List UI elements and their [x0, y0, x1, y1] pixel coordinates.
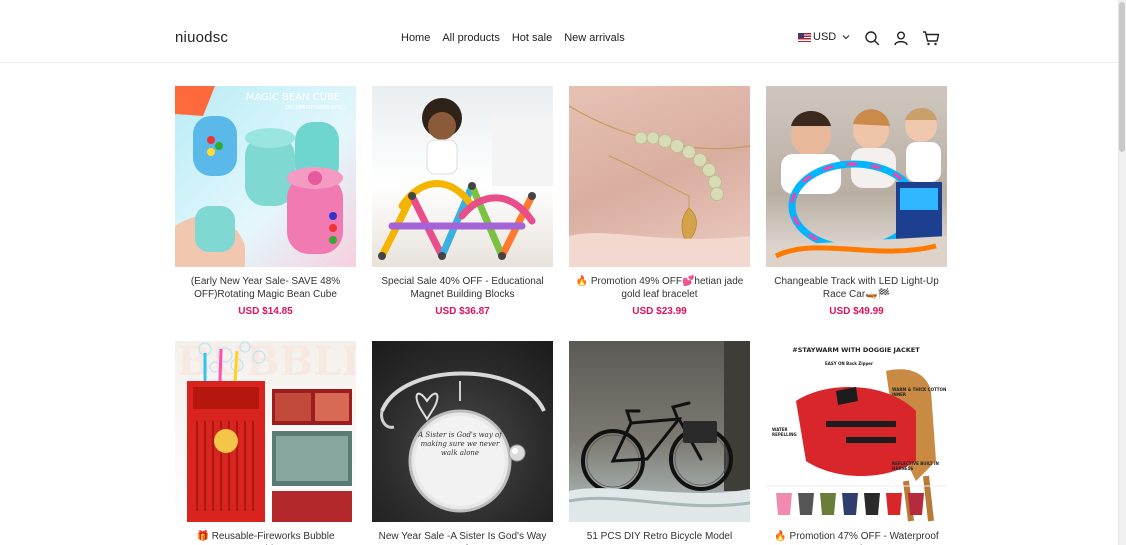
scrollbar-thumb[interactable] — [1119, 2, 1125, 152]
image-label: WATER REPELLING — [772, 427, 797, 437]
product-image[interactable] — [372, 86, 553, 267]
product-card[interactable]: #STAYWARM WITH DOGGIE JACKET EASY ON Bac… — [766, 341, 947, 545]
product-price: USD $49.99 — [829, 306, 884, 317]
product-title[interactable]: 🔥 Promotion 49% OFF💕hetian jade gold lea… — [569, 275, 750, 301]
page-scrollbar[interactable] — [1118, 0, 1126, 545]
product-image[interactable]: #STAYWARM WITH DOGGIE JACKET EASY ON Bac… — [766, 341, 947, 522]
product-title[interactable]: Special Sale 40% OFF - Educational Magne… — [372, 275, 553, 301]
product-card[interactable]: Special Sale 40% OFF - Educational Magne… — [372, 86, 553, 321]
engraving-text: A Sister is God's way of making sure we … — [418, 431, 502, 457]
currency-label: USD — [813, 31, 837, 43]
product-price: USD $14.85 — [238, 306, 293, 317]
product-image[interactable]: MAGIC BEAN CUBE DECOMPRESSION GYRO — [175, 86, 356, 267]
product-price: USD $23.99 — [632, 306, 687, 317]
product-grid: MAGIC BEAN CUBE DECOMPRESSION GYRO (Earl… — [175, 86, 947, 545]
product-card[interactable]: A Sister is God's way of making sure we … — [372, 341, 553, 545]
product-title[interactable]: 51 PCS DIY Retro Bicycle Model Ornam — [569, 530, 750, 545]
image-caption: MAGIC BEAN CUBE — [246, 92, 340, 103]
nav-home[interactable]: Home — [401, 32, 430, 44]
product-card[interactable]: Changeable Track with LED Light-Up Race … — [766, 86, 947, 321]
product-card[interactable]: MAGIC BEAN CUBE DECOMPRESSION GYRO (Earl… — [175, 86, 356, 321]
product-image[interactable] — [766, 86, 947, 267]
product-price: USD $36.87 — [435, 306, 490, 317]
product-card[interactable]: BUBBLE 🎁 Reusable-Fireworks Bubble — [175, 341, 356, 545]
image-label: REFLECTIVE BUILT IN HARNESS — [892, 461, 939, 471]
site-header: niuodsc Home All products Hot sale New a… — [0, 0, 1118, 63]
image-caption: #STAYWARM WITH DOGGIE JACKET — [792, 346, 920, 354]
currency-selector[interactable]: USD — [798, 31, 851, 43]
product-image[interactable]: BUBBLE — [175, 341, 356, 522]
image-subcaption: DECOMPRESSION GYRO — [285, 105, 345, 111]
search-icon[interactable] — [864, 30, 880, 46]
product-title[interactable]: 🔥 Promotion 47% OFF - Waterproof Wi — [766, 530, 947, 545]
nav-hot-sale[interactable]: Hot sale — [512, 32, 552, 44]
chevron-down-icon — [842, 35, 850, 40]
product-image[interactable] — [569, 341, 750, 522]
product-card[interactable]: 🔥 Promotion 49% OFF💕hetian jade gold lea… — [569, 86, 750, 321]
nav-new-arrivals[interactable]: New arrivals — [564, 32, 625, 44]
store-logo[interactable]: niuodsc — [175, 29, 228, 46]
nav-all-products[interactable]: All products — [442, 32, 499, 44]
product-title[interactable]: (Early New Year Sale- SAVE 48% OFF)Rotat… — [175, 275, 356, 301]
product-title[interactable]: Changeable Track with LED Light-Up Race … — [766, 275, 947, 301]
product-image[interactable]: A Sister is God's way of making sure we … — [372, 341, 553, 522]
product-title[interactable]: New Year Sale -A Sister Is God's Way Of — [372, 530, 553, 545]
product-image[interactable] — [569, 86, 750, 267]
account-icon[interactable] — [893, 30, 909, 46]
us-flag-icon — [798, 32, 811, 42]
image-label: WARM & THICK COTTON INNER — [892, 387, 947, 397]
main-nav: Home All products Hot sale New arrivals — [401, 32, 625, 44]
product-title[interactable]: 🎁 Reusable-Fireworks Bubble Machine — [175, 530, 356, 545]
product-card[interactable]: 51 PCS DIY Retro Bicycle Model Ornam — [569, 341, 750, 545]
cart-icon[interactable] — [922, 30, 940, 46]
image-label: EASY ON Back Zipper — [825, 361, 873, 366]
